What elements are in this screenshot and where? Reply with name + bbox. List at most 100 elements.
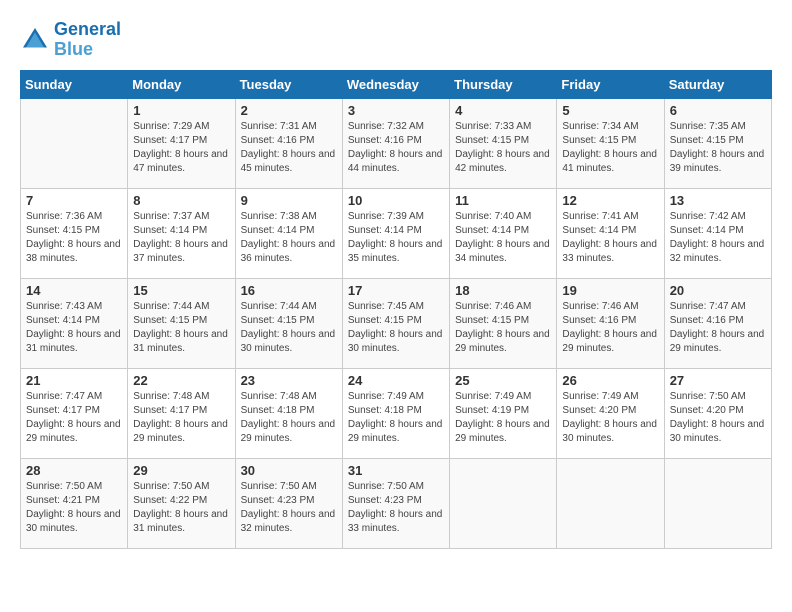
calendar-week-row: 14 Sunrise: 7:43 AMSunset: 4:14 PMDayligh… xyxy=(21,278,772,368)
day-number: 10 xyxy=(348,193,444,208)
day-number: 12 xyxy=(562,193,658,208)
calendar-cell: 28 Sunrise: 7:50 AMSunset: 4:21 PMDayligh… xyxy=(21,458,128,548)
calendar-cell: 7 Sunrise: 7:36 AMSunset: 4:15 PMDaylight… xyxy=(21,188,128,278)
day-info: Sunrise: 7:42 AMSunset: 4:14 PMDaylight:… xyxy=(670,210,766,266)
calendar-cell: 26 Sunrise: 7:49 AMSunset: 4:20 PMDayligh… xyxy=(557,368,664,458)
calendar-week-row: 28 Sunrise: 7:50 AMSunset: 4:21 PMDayligh… xyxy=(21,458,772,548)
calendar-cell: 11 Sunrise: 7:40 AMSunset: 4:14 PMDayligh… xyxy=(450,188,557,278)
day-number: 26 xyxy=(562,373,658,388)
weekday-header: Monday xyxy=(128,70,235,98)
calendar-table: SundayMondayTuesdayWednesdayThursdayFrid… xyxy=(20,70,772,549)
day-number: 23 xyxy=(241,373,337,388)
day-number: 25 xyxy=(455,373,551,388)
calendar-cell: 30Sunrise: 7:50 AMSunset: 4:23 PMDayligh… xyxy=(235,458,342,548)
day-info: Sunrise: 7:43 AMSunset: 4:14 PMDaylight:… xyxy=(26,300,122,356)
day-info: Sunrise: 7:31 AMSunset: 4:16 PMDaylight:… xyxy=(241,120,337,176)
day-number: 1 xyxy=(133,103,229,118)
calendar-cell: 16 Sunrise: 7:44 AMSunset: 4:15 PMDayligh… xyxy=(235,278,342,368)
calendar-cell: 18Sunrise: 7:46 AMSunset: 4:15 PMDayligh… xyxy=(450,278,557,368)
day-info: Sunrise: 7:34 AMSunset: 4:15 PMDaylight:… xyxy=(562,120,658,176)
day-number: 7 xyxy=(26,193,122,208)
day-info: Sunrise: 7:44 AMSunset: 4:15 PMDaylight:… xyxy=(241,300,337,356)
day-number: 30 xyxy=(241,463,337,478)
day-info: Sunrise: 7:33 AMSunset: 4:15 PMDaylight:… xyxy=(455,120,551,176)
calendar-cell: 12 Sunrise: 7:41 AMSunset: 4:14 PMDayligh… xyxy=(557,188,664,278)
weekday-header: Friday xyxy=(557,70,664,98)
weekday-header: Saturday xyxy=(664,70,771,98)
day-info: Sunrise: 7:49 AMSunset: 4:18 PMDaylight:… xyxy=(348,390,444,446)
day-number: 13 xyxy=(670,193,766,208)
day-number: 6 xyxy=(670,103,766,118)
day-info: Sunrise: 7:29 AMSunset: 4:17 PMDaylight:… xyxy=(133,120,229,176)
day-number: 11 xyxy=(455,193,551,208)
calendar-cell: 10 Sunrise: 7:39 AMSunset: 4:14 PMDayligh… xyxy=(342,188,449,278)
calendar-cell: 21 Sunrise: 7:47 AMSunset: 4:17 PMDayligh… xyxy=(21,368,128,458)
calendar-cell: 23 Sunrise: 7:48 AMSunset: 4:18 PMDayligh… xyxy=(235,368,342,458)
day-info: Sunrise: 7:49 AMSunset: 4:20 PMDaylight:… xyxy=(562,390,658,446)
day-number: 27 xyxy=(670,373,766,388)
calendar-cell: 1 Sunrise: 7:29 AMSunset: 4:17 PMDaylight… xyxy=(128,98,235,188)
day-number: 22 xyxy=(133,373,229,388)
calendar-cell: 4Sunrise: 7:33 AMSunset: 4:15 PMDaylight… xyxy=(450,98,557,188)
day-number: 19 xyxy=(562,283,658,298)
calendar-cell: 29 Sunrise: 7:50 AMSunset: 4:22 PMDayligh… xyxy=(128,458,235,548)
weekday-header: Sunday xyxy=(21,70,128,98)
logo-text: GeneralBlue xyxy=(54,20,121,60)
calendar-cell: 19 Sunrise: 7:46 AMSunset: 4:16 PMDayligh… xyxy=(557,278,664,368)
day-info: Sunrise: 7:41 AMSunset: 4:14 PMDaylight:… xyxy=(562,210,658,266)
day-number: 3 xyxy=(348,103,444,118)
day-number: 16 xyxy=(241,283,337,298)
day-info: Sunrise: 7:50 AMSunset: 4:22 PMDaylight:… xyxy=(133,480,229,536)
day-number: 28 xyxy=(26,463,122,478)
day-info: Sunrise: 7:47 AMSunset: 4:17 PMDaylight:… xyxy=(26,390,122,446)
logo: GeneralBlue xyxy=(20,20,121,60)
day-number: 31 xyxy=(348,463,444,478)
weekday-header: Thursday xyxy=(450,70,557,98)
day-number: 14 xyxy=(26,283,122,298)
day-number: 20 xyxy=(670,283,766,298)
day-info: Sunrise: 7:50 AMSunset: 4:20 PMDaylight:… xyxy=(670,390,766,446)
calendar-cell: 3 Sunrise: 7:32 AMSunset: 4:16 PMDaylight… xyxy=(342,98,449,188)
day-info: Sunrise: 7:40 AMSunset: 4:14 PMDaylight:… xyxy=(455,210,551,266)
calendar-cell: 2 Sunrise: 7:31 AMSunset: 4:16 PMDaylight… xyxy=(235,98,342,188)
calendar-cell: 22 Sunrise: 7:48 AMSunset: 4:17 PMDayligh… xyxy=(128,368,235,458)
calendar-cell xyxy=(21,98,128,188)
day-number: 29 xyxy=(133,463,229,478)
day-number: 15 xyxy=(133,283,229,298)
calendar-cell: 25 Sunrise: 7:49 AMSunset: 4:19 PMDayligh… xyxy=(450,368,557,458)
calendar-cell: 27 Sunrise: 7:50 AMSunset: 4:20 PMDayligh… xyxy=(664,368,771,458)
calendar-cell: 15 Sunrise: 7:44 AMSunset: 4:15 PMDayligh… xyxy=(128,278,235,368)
day-info: Sunrise: 7:32 AMSunset: 4:16 PMDaylight:… xyxy=(348,120,444,176)
calendar-cell: 14 Sunrise: 7:43 AMSunset: 4:14 PMDayligh… xyxy=(21,278,128,368)
calendar-cell: 9 Sunrise: 7:38 AMSunset: 4:14 PMDaylight… xyxy=(235,188,342,278)
day-info: Sunrise: 7:50 AMSunset: 4:23 PMDaylight:… xyxy=(348,480,444,536)
calendar-cell: 6Sunrise: 7:35 AMSunset: 4:15 PMDaylight… xyxy=(664,98,771,188)
calendar-cell: 20 Sunrise: 7:47 AMSunset: 4:16 PMDayligh… xyxy=(664,278,771,368)
day-info: Sunrise: 7:50 AMSunset: 4:21 PMDaylight:… xyxy=(26,480,122,536)
calendar-week-row: 1 Sunrise: 7:29 AMSunset: 4:17 PMDaylight… xyxy=(21,98,772,188)
calendar-cell: 8 Sunrise: 7:37 AMSunset: 4:14 PMDaylight… xyxy=(128,188,235,278)
day-info: Sunrise: 7:47 AMSunset: 4:16 PMDaylight:… xyxy=(670,300,766,356)
weekday-header: Wednesday xyxy=(342,70,449,98)
day-info: Sunrise: 7:48 AMSunset: 4:18 PMDaylight:… xyxy=(241,390,337,446)
calendar-week-row: 21 Sunrise: 7:47 AMSunset: 4:17 PMDayligh… xyxy=(21,368,772,458)
day-info: Sunrise: 7:38 AMSunset: 4:14 PMDaylight:… xyxy=(241,210,337,266)
day-number: 2 xyxy=(241,103,337,118)
calendar-cell: 31 Sunrise: 7:50 AMSunset: 4:23 PMDayligh… xyxy=(342,458,449,548)
weekday-header: Tuesday xyxy=(235,70,342,98)
day-number: 9 xyxy=(241,193,337,208)
day-info: Sunrise: 7:49 AMSunset: 4:19 PMDaylight:… xyxy=(455,390,551,446)
calendar-cell xyxy=(557,458,664,548)
day-number: 21 xyxy=(26,373,122,388)
day-info: Sunrise: 7:39 AMSunset: 4:14 PMDaylight:… xyxy=(348,210,444,266)
day-info: Sunrise: 7:46 AMSunset: 4:16 PMDaylight:… xyxy=(562,300,658,356)
calendar-cell: 13 Sunrise: 7:42 AMSunset: 4:14 PMDayligh… xyxy=(664,188,771,278)
day-info: Sunrise: 7:37 AMSunset: 4:14 PMDaylight:… xyxy=(133,210,229,266)
day-info: Sunrise: 7:44 AMSunset: 4:15 PMDaylight:… xyxy=(133,300,229,356)
day-info: Sunrise: 7:48 AMSunset: 4:17 PMDaylight:… xyxy=(133,390,229,446)
logo-icon xyxy=(20,25,50,55)
day-number: 5 xyxy=(562,103,658,118)
day-info: Sunrise: 7:36 AMSunset: 4:15 PMDaylight:… xyxy=(26,210,122,266)
calendar-cell xyxy=(450,458,557,548)
day-number: 8 xyxy=(133,193,229,208)
